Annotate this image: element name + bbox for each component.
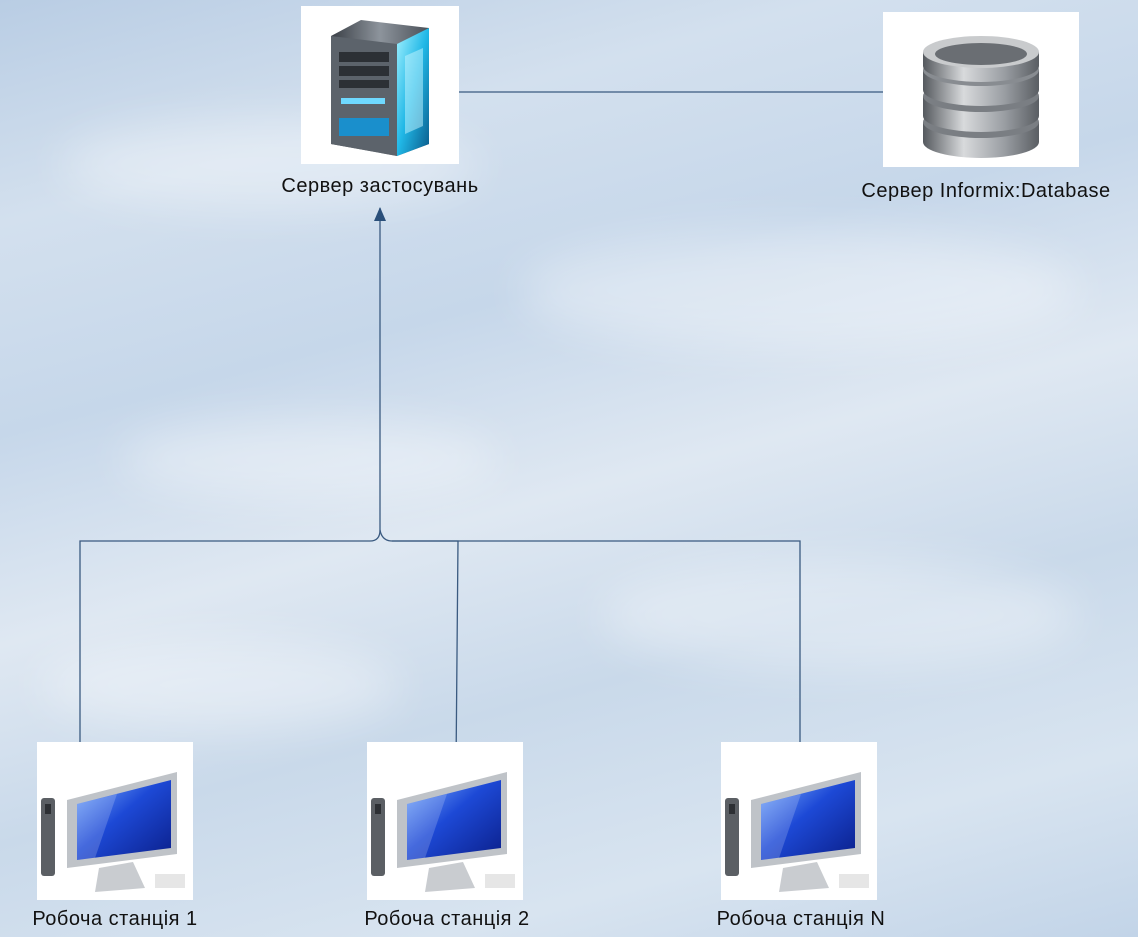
edge-workstation-n (392, 540, 801, 772)
edge-workstation-1 (79, 529, 381, 772)
monitor-icon (41, 772, 185, 892)
db-server-node[interactable] (883, 12, 1079, 167)
edge-workstation-2 (379, 529, 459, 769)
app-server-label: Сервер застосувань (281, 175, 479, 197)
monitor-icon (725, 772, 869, 892)
app-server-node[interactable] (301, 6, 459, 164)
db-server-label: Сервер Informix:Database (861, 180, 1111, 202)
workstation-1-label: Робоча станція 1 (32, 908, 198, 930)
workstation-2-label: Робоча станція 2 (364, 908, 530, 930)
server-tower-icon (331, 20, 429, 156)
database-stack-icon (923, 36, 1039, 158)
workstation-n-label: Робоча станція N (716, 908, 886, 930)
workstation-1-node[interactable] (37, 742, 193, 900)
workstation-2-node[interactable] (367, 742, 523, 900)
monitor-icon (371, 772, 515, 892)
workstation-n-node[interactable] (721, 742, 877, 900)
